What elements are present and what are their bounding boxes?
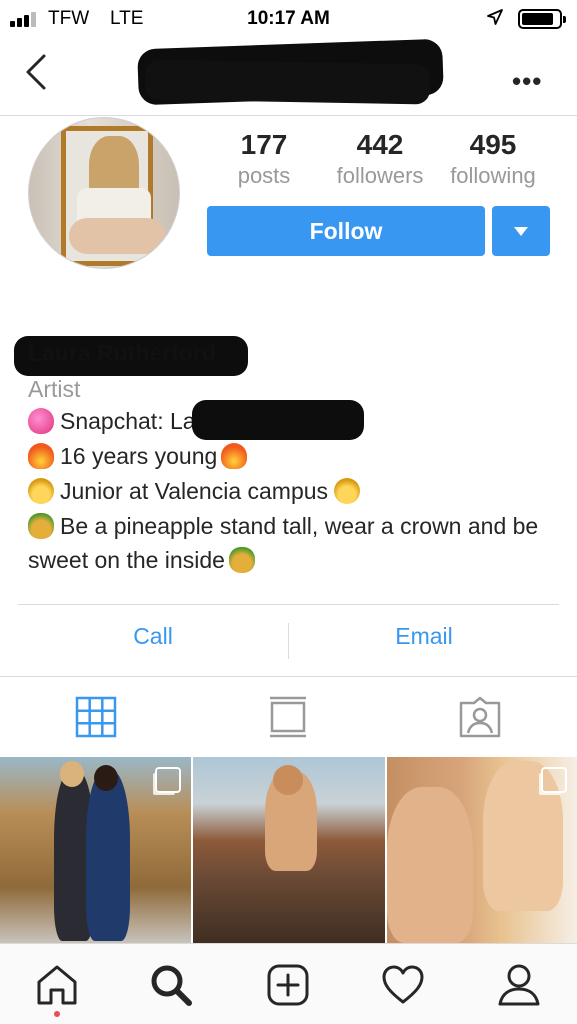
multiple-photos-icon bbox=[541, 767, 567, 793]
battery-icon bbox=[518, 9, 566, 29]
chevron-down-icon bbox=[514, 226, 528, 236]
search-icon bbox=[151, 965, 192, 1006]
more-options-button[interactable]: ••• bbox=[512, 66, 542, 97]
sparkling-heart-emoji-icon bbox=[28, 408, 54, 434]
profile-full-name: Laura Rutherford bbox=[14, 336, 558, 376]
notification-dot bbox=[54, 1011, 60, 1017]
bio-line-school: Junior at Valencia campus bbox=[28, 474, 558, 509]
bottom-tab-bar bbox=[0, 943, 577, 1024]
posts-grid bbox=[0, 757, 577, 943]
home-tab[interactable] bbox=[34, 962, 80, 1008]
follow-button[interactable]: Follow bbox=[207, 206, 485, 256]
medal-emoji-icon bbox=[334, 478, 361, 504]
posts-count-label: posts bbox=[237, 163, 291, 188]
email-button[interactable]: Email bbox=[289, 623, 559, 650]
search-tab[interactable] bbox=[148, 962, 194, 1008]
profile-icon bbox=[498, 964, 540, 1006]
profile-bio: Laura Rutherford Artist Snapchat: Laura2… bbox=[14, 336, 558, 577]
activity-heart-icon bbox=[382, 965, 424, 1004]
feed-icon bbox=[270, 696, 306, 738]
multiple-photos-icon bbox=[155, 767, 181, 793]
add-post-icon bbox=[267, 964, 309, 1006]
pineapple-emoji-icon bbox=[28, 513, 54, 539]
profile-view-tabs bbox=[0, 676, 577, 756]
bio-line-motto: Be a pineapple stand tall, wear a crown … bbox=[28, 513, 539, 573]
following-count-value: 495 bbox=[469, 129, 517, 160]
fire-emoji-icon bbox=[28, 443, 54, 469]
following-count[interactable]: 495 following bbox=[440, 128, 546, 190]
followers-count[interactable]: 442 followers bbox=[326, 128, 434, 190]
feed-view-tab[interactable] bbox=[266, 695, 310, 739]
post-thumbnail[interactable] bbox=[193, 757, 385, 943]
profile-tab[interactable] bbox=[496, 962, 542, 1008]
suggested-accounts-dropdown-button[interactable] bbox=[492, 206, 550, 256]
following-count-label: following bbox=[450, 163, 536, 188]
home-icon bbox=[37, 965, 77, 1005]
grid-icon bbox=[75, 696, 117, 738]
profile-nav-bar: laura21051_valencia ••• bbox=[0, 38, 577, 116]
new-post-tab[interactable] bbox=[265, 962, 311, 1008]
back-button[interactable] bbox=[20, 52, 54, 92]
medal-emoji-icon bbox=[28, 478, 54, 504]
activity-tab[interactable] bbox=[380, 962, 426, 1008]
profile-avatar[interactable] bbox=[28, 117, 180, 269]
status-bar: TFW LTE 10:17 AM bbox=[0, 0, 577, 38]
call-button[interactable]: Call bbox=[18, 623, 288, 650]
posts-count[interactable]: 177 posts bbox=[210, 128, 318, 190]
tagged-view-tab[interactable] bbox=[458, 695, 502, 739]
posts-count-value: 177 bbox=[240, 129, 288, 160]
followers-count-label: followers bbox=[336, 163, 424, 188]
followers-count-value: 442 bbox=[356, 129, 404, 160]
bio-line-snapchat: Snapchat: Laura21051 bbox=[28, 400, 558, 440]
pineapple-emoji-icon bbox=[228, 547, 255, 573]
profile-stats: 177 posts 442 followers 495 following bbox=[210, 128, 560, 198]
grid-view-tab[interactable] bbox=[74, 695, 118, 739]
redaction-mark bbox=[144, 59, 431, 105]
tagged-icon bbox=[459, 696, 501, 738]
contact-buttons-row: Call Email bbox=[18, 604, 559, 676]
fire-emoji-icon bbox=[221, 443, 248, 469]
location-arrow-icon bbox=[486, 8, 504, 31]
chevron-left-icon bbox=[26, 54, 46, 90]
post-thumbnail[interactable] bbox=[387, 757, 577, 943]
redaction-mark bbox=[192, 400, 364, 440]
bio-line-age: 16 years young bbox=[28, 439, 558, 474]
post-thumbnail[interactable] bbox=[0, 757, 191, 943]
